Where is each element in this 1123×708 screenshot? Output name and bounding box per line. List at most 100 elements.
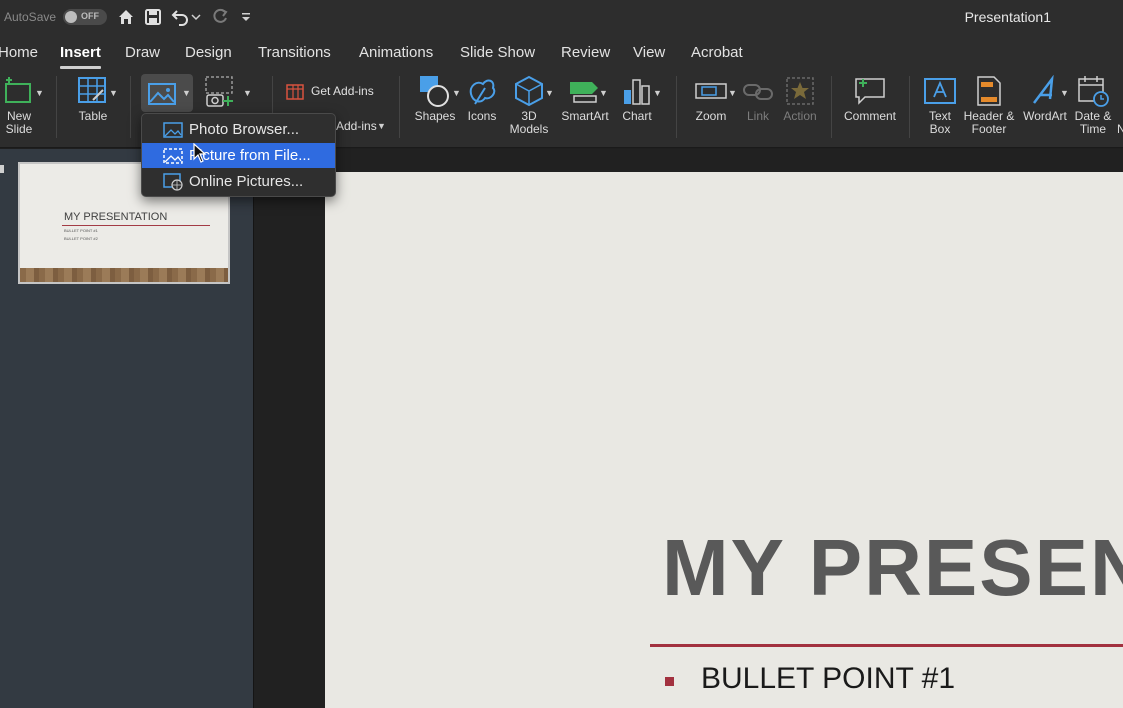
menu-item-photo-browser[interactable]: Photo Browser...: [142, 117, 335, 142]
icons-label: Icons: [467, 109, 497, 123]
zoom-button[interactable]: Zoom: [688, 74, 734, 123]
date-time-button[interactable]: Date & Time: [1072, 74, 1114, 136]
menu-item-online-pictures[interactable]: Online Pictures...: [142, 169, 335, 194]
ribbon-separator: [831, 76, 832, 138]
header-footer-icon: [972, 74, 1006, 108]
ribbon-separator: [676, 76, 677, 138]
shapes-button[interactable]: Shapes: [412, 74, 458, 123]
new-slide-label: New Slide: [5, 109, 33, 136]
my-addins-button[interactable]: Add-ins: [336, 119, 377, 133]
calendar-clock-icon: [1076, 74, 1110, 108]
screenshot-chevron-icon[interactable]: ▼: [243, 88, 252, 98]
home-icon[interactable]: [116, 7, 136, 27]
autosave-state: OFF: [81, 11, 99, 21]
tab-acrobat[interactable]: Acrobat: [691, 44, 743, 61]
tab-design[interactable]: Design: [185, 44, 232, 61]
slide-title-underline: [650, 644, 1123, 647]
wordart-button[interactable]: WordArt: [1020, 74, 1070, 123]
thumbnail-wood-floor: [20, 268, 228, 282]
wordart-icon: [1028, 74, 1062, 108]
picture-icon-active[interactable]: [145, 78, 179, 112]
photo-browser-icon: [163, 121, 183, 139]
chart-button[interactable]: Chart: [618, 74, 656, 123]
smartart-button[interactable]: SmartArt: [558, 74, 612, 123]
3d-models-chevron-icon[interactable]: ▼: [545, 88, 554, 98]
title-bar: AutoSave OFF Presentation1: [0, 0, 1123, 34]
smartart-label: SmartArt: [561, 109, 609, 123]
table-chevron-icon[interactable]: ▼: [109, 88, 118, 98]
shapes-chevron-icon[interactable]: ▼: [452, 88, 461, 98]
text-box-label: Text Box: [928, 109, 951, 136]
autosave-toggle[interactable]: OFF: [63, 9, 107, 25]
picture-from-file-label: Picture from File...: [189, 147, 311, 164]
ribbon-separator: [130, 76, 131, 138]
link-button[interactable]: Link: [742, 74, 774, 123]
screenshot-button[interactable]: [202, 74, 238, 108]
online-pictures-icon: [163, 172, 183, 191]
tab-review[interactable]: Review: [561, 44, 610, 61]
slide-canvas[interactable]: MY PRESENTATION BULLET POINT #1: [325, 172, 1123, 708]
tab-slide-show[interactable]: Slide Show: [460, 44, 535, 61]
slide-title[interactable]: MY PRESENTATION: [662, 522, 1123, 614]
cube-icon: [512, 74, 546, 108]
chart-icon: [620, 74, 654, 108]
slide-bullet-1[interactable]: BULLET POINT #1: [701, 662, 955, 696]
tab-draw[interactable]: Draw: [125, 44, 160, 61]
icons-button[interactable]: Icons: [465, 74, 499, 123]
online-pictures-label: Online Pictures...: [189, 173, 304, 190]
redo-icon[interactable]: [210, 7, 230, 27]
tab-home[interactable]: Home: [0, 44, 38, 61]
new-slide-chevron-icon[interactable]: ▼: [35, 88, 44, 98]
undo-dropdown-chevron-icon[interactable]: [190, 7, 202, 27]
action-button[interactable]: Action: [781, 74, 819, 123]
menu-item-picture-from-file[interactable]: Picture from File...: [142, 143, 335, 168]
shapes-label: Shapes: [414, 109, 456, 123]
slide-number-marker: [0, 165, 4, 173]
table-icon: [76, 74, 110, 108]
zoom-chevron-icon[interactable]: ▼: [728, 88, 737, 98]
header-footer-button[interactable]: Header & Footer: [962, 74, 1016, 136]
thumbnail-title: MY PRESENTATION: [64, 211, 168, 223]
my-addins-chevron-icon[interactable]: ▼: [377, 121, 386, 131]
link-icon: [741, 74, 775, 108]
document-title: Presentation1: [964, 9, 1051, 25]
ribbon-separator: [56, 76, 57, 138]
3d-models-button[interactable]: 3D Models: [506, 74, 552, 136]
undo-icon[interactable]: [170, 7, 190, 27]
new-slide-button[interactable]: New Slide: [0, 74, 38, 136]
ribbon-tabs: Home Insert Draw Design Transitions Anim…: [0, 34, 1123, 70]
icons-icon: [465, 74, 499, 108]
link-label: Link: [746, 109, 769, 123]
bullet-marker: [665, 677, 674, 686]
tab-transitions[interactable]: Transitions: [258, 44, 331, 61]
text-box-icon: [923, 74, 957, 108]
tab-animations[interactable]: Animations: [359, 44, 433, 61]
date-time-label: Date & Time: [1074, 109, 1112, 136]
wordart-chevron-icon[interactable]: ▼: [1060, 88, 1069, 98]
chart-label: Chart: [622, 109, 652, 123]
screenshot-icon: [203, 74, 237, 108]
get-addins-button[interactable]: Get Add-ins: [311, 84, 374, 98]
save-icon[interactable]: [143, 7, 163, 27]
picture-file-icon: [163, 147, 183, 165]
table-label: Table: [78, 109, 108, 123]
text-box-button[interactable]: Text Box: [921, 74, 959, 136]
pictures-dropdown-menu: Photo Browser... Picture from File... On…: [141, 113, 336, 197]
3d-models-label: 3D Models: [509, 109, 549, 136]
partial-ribbon-label: N: [1117, 122, 1123, 136]
active-tab-indicator: [60, 66, 101, 69]
photo-browser-label: Photo Browser...: [189, 121, 300, 138]
chart-chevron-icon[interactable]: ▼: [653, 88, 662, 98]
mouse-cursor-icon: [193, 142, 207, 163]
customize-toolbar-icon[interactable]: [237, 7, 255, 27]
smartart-chevron-icon[interactable]: ▼: [599, 88, 608, 98]
wordart-label: WordArt: [1023, 109, 1067, 123]
pictures-chevron-active-icon[interactable]: ▼: [182, 88, 191, 98]
table-button[interactable]: Table: [70, 74, 116, 123]
thumbnail-bullet-2: BULLET POINT #2: [64, 236, 98, 241]
powerpoint-window: AutoSave OFF Presentation1 Home Insert D…: [0, 0, 1123, 708]
tab-view[interactable]: View: [633, 44, 665, 61]
tab-insert[interactable]: Insert: [60, 44, 101, 61]
comment-button[interactable]: Comment: [843, 74, 897, 123]
ribbon-separator: [399, 76, 400, 138]
